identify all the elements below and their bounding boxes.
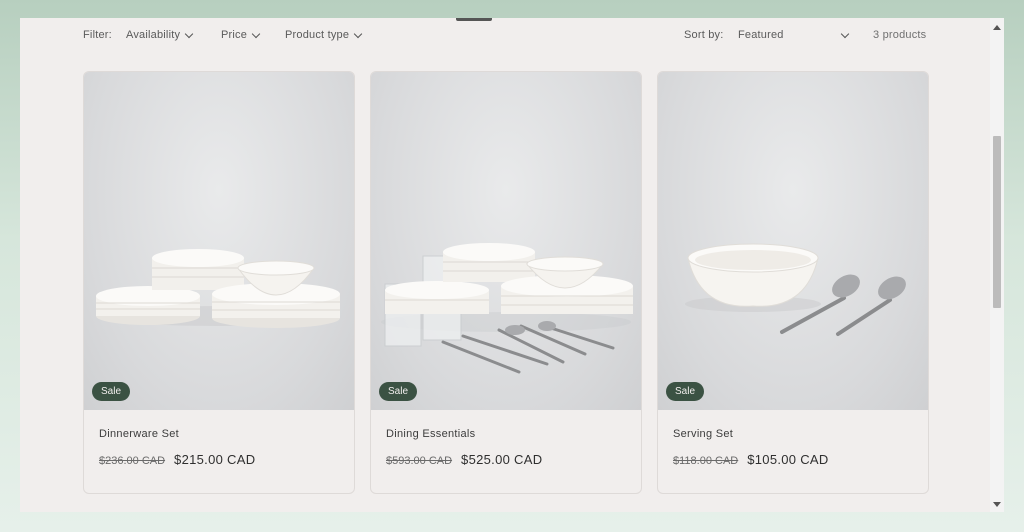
sort-label: Sort by: xyxy=(684,29,724,41)
chevron-down-icon xyxy=(184,29,194,38)
product-title[interactable]: Dining Essentials xyxy=(386,428,626,440)
compare-at-price: $236.00 CAD xyxy=(99,455,166,467)
product-info: Dinnerware Set $236.00 CAD $215.00 CAD xyxy=(99,428,339,467)
compare-at-price: $593.00 CAD xyxy=(386,455,453,467)
serving-set-illustration xyxy=(685,243,906,336)
sale-price: $215.00 CAD xyxy=(174,452,256,467)
product-title[interactable]: Serving Set xyxy=(673,428,913,440)
product-card[interactable]: Sale Dinnerware Set $236.00 CAD $215.00 … xyxy=(83,71,355,494)
chevron-down-icon xyxy=(840,29,850,38)
product-image[interactable]: Sale xyxy=(658,72,928,410)
dinnerware-illustration xyxy=(96,249,340,328)
product-info: Serving Set $118.00 CAD $105.00 CAD xyxy=(673,428,913,467)
filter-price-label: Price xyxy=(221,29,248,41)
product-title[interactable]: Dinnerware Set xyxy=(99,428,339,440)
sale-badge: Sale xyxy=(666,382,705,401)
chevron-down-icon xyxy=(353,29,363,38)
filter-sort-toolbar: Filter: Availability Price Product type … xyxy=(20,18,990,54)
filter-availability-dropdown[interactable]: Availability xyxy=(126,29,194,41)
dining-essentials-illustration xyxy=(381,243,633,374)
sort-selected-value: Featured xyxy=(738,29,784,41)
sale-badge: Sale xyxy=(379,382,418,401)
product-image[interactable]: Sale xyxy=(371,72,641,410)
scroll-down-arrow-icon[interactable] xyxy=(993,502,1001,507)
sale-price: $105.00 CAD xyxy=(747,452,829,467)
product-prices: $118.00 CAD $105.00 CAD xyxy=(673,452,913,467)
sale-badge: Sale xyxy=(92,382,131,401)
product-count: 3 products xyxy=(873,29,927,41)
product-image[interactable]: Sale xyxy=(84,72,354,410)
product-prices: $236.00 CAD $215.00 CAD xyxy=(99,452,339,467)
vertical-scrollbar[interactable] xyxy=(990,18,1004,512)
product-card[interactable]: Sale Dining Essentials $593.00 CAD $525.… xyxy=(370,71,642,494)
filter-label: Filter: xyxy=(83,29,112,41)
scroll-thumb[interactable] xyxy=(993,136,1001,308)
product-grid: Sale Dinnerware Set $236.00 CAD $215.00 … xyxy=(83,71,929,494)
filter-price-dropdown[interactable]: Price xyxy=(221,29,261,41)
compare-at-price: $118.00 CAD xyxy=(673,455,739,467)
scroll-up-arrow-icon[interactable] xyxy=(993,25,1001,30)
sale-price: $525.00 CAD xyxy=(461,452,543,467)
chevron-down-icon xyxy=(251,29,261,38)
product-prices: $593.00 CAD $525.00 CAD xyxy=(386,452,626,467)
product-card[interactable]: Sale Serving Set $118.00 CAD $105.00 CAD xyxy=(657,71,929,494)
filter-availability-label: Availability xyxy=(126,29,181,41)
sort-select[interactable]: Featured xyxy=(738,29,850,41)
filter-product-type-label: Product type xyxy=(285,29,350,41)
collection-page: Filter: Availability Price Product type … xyxy=(20,18,1004,512)
filter-product-type-dropdown[interactable]: Product type xyxy=(285,29,363,41)
product-info: Dining Essentials $593.00 CAD $525.00 CA… xyxy=(386,428,626,467)
